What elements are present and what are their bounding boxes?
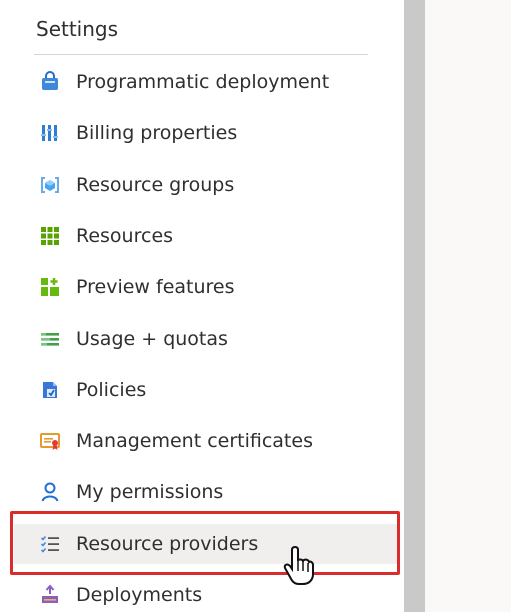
sidebar-item-management-certificates[interactable]: Management certificates — [14, 421, 398, 461]
sidebar-item-programmatic-deployment[interactable]: Programmatic deployment — [14, 62, 398, 102]
portal-screenshot: nagugrup Settings Programmatic deploymen… — [0, 0, 511, 612]
usage-quotas-icon — [38, 327, 62, 351]
panel-splitter[interactable] — [404, 0, 425, 612]
policies-icon — [38, 378, 62, 402]
sidebar-item-resources[interactable]: Resources — [14, 216, 398, 256]
sidebar-item-label: My permissions — [76, 481, 224, 503]
sidebar-item-label: Management certificates — [76, 430, 313, 452]
sidebar-item-label: Billing properties — [76, 122, 238, 144]
sidebar-item-label: Programmatic deployment — [76, 71, 330, 93]
sidebar-item-label: Policies — [76, 379, 147, 401]
preview-features-icon — [38, 275, 62, 299]
sidebar-item-deployments[interactable]: Deployments — [14, 575, 398, 612]
sidebar-item-resource-groups[interactable]: Resource groups — [14, 165, 398, 205]
management-certificates-icon — [38, 429, 62, 453]
sidebar-item-billing-properties[interactable]: Billing properties — [14, 113, 398, 153]
programmatic-deployment-icon — [38, 70, 62, 94]
sidebar-item-label: Preview features — [76, 276, 235, 298]
sidebar-item-label: Resource groups — [76, 174, 235, 196]
settings-navigation: Settings Programmatic deployment Billing… — [0, 0, 404, 612]
sidebar-item-policies[interactable]: Policies — [14, 370, 398, 410]
billing-properties-icon — [38, 121, 62, 145]
resource-groups-icon — [38, 173, 62, 197]
main-content-panel: T — [425, 0, 511, 612]
deployments-icon — [38, 583, 62, 607]
sidebar-item-label: Resource providers — [76, 533, 259, 555]
sidebar-item-label: Resources — [76, 225, 174, 247]
sidebar-item-resource-providers[interactable]: Resource providers — [14, 524, 398, 564]
resources-icon — [38, 224, 62, 248]
settings-divider — [34, 54, 368, 55]
sidebar-item-my-permissions[interactable]: My permissions — [14, 472, 398, 512]
hand-cursor-icon — [283, 545, 314, 585]
sidebar-item-preview-features[interactable]: Preview features — [14, 267, 398, 307]
sidebar-item-usage-quotas[interactable]: Usage + quotas — [14, 319, 398, 359]
sidebar-item-label: Usage + quotas — [76, 328, 228, 350]
my-permissions-icon — [38, 480, 62, 504]
sidebar-item-label: Deployments — [76, 584, 203, 606]
settings-section-title: Settings — [36, 17, 119, 41]
resource-providers-icon — [38, 532, 62, 556]
